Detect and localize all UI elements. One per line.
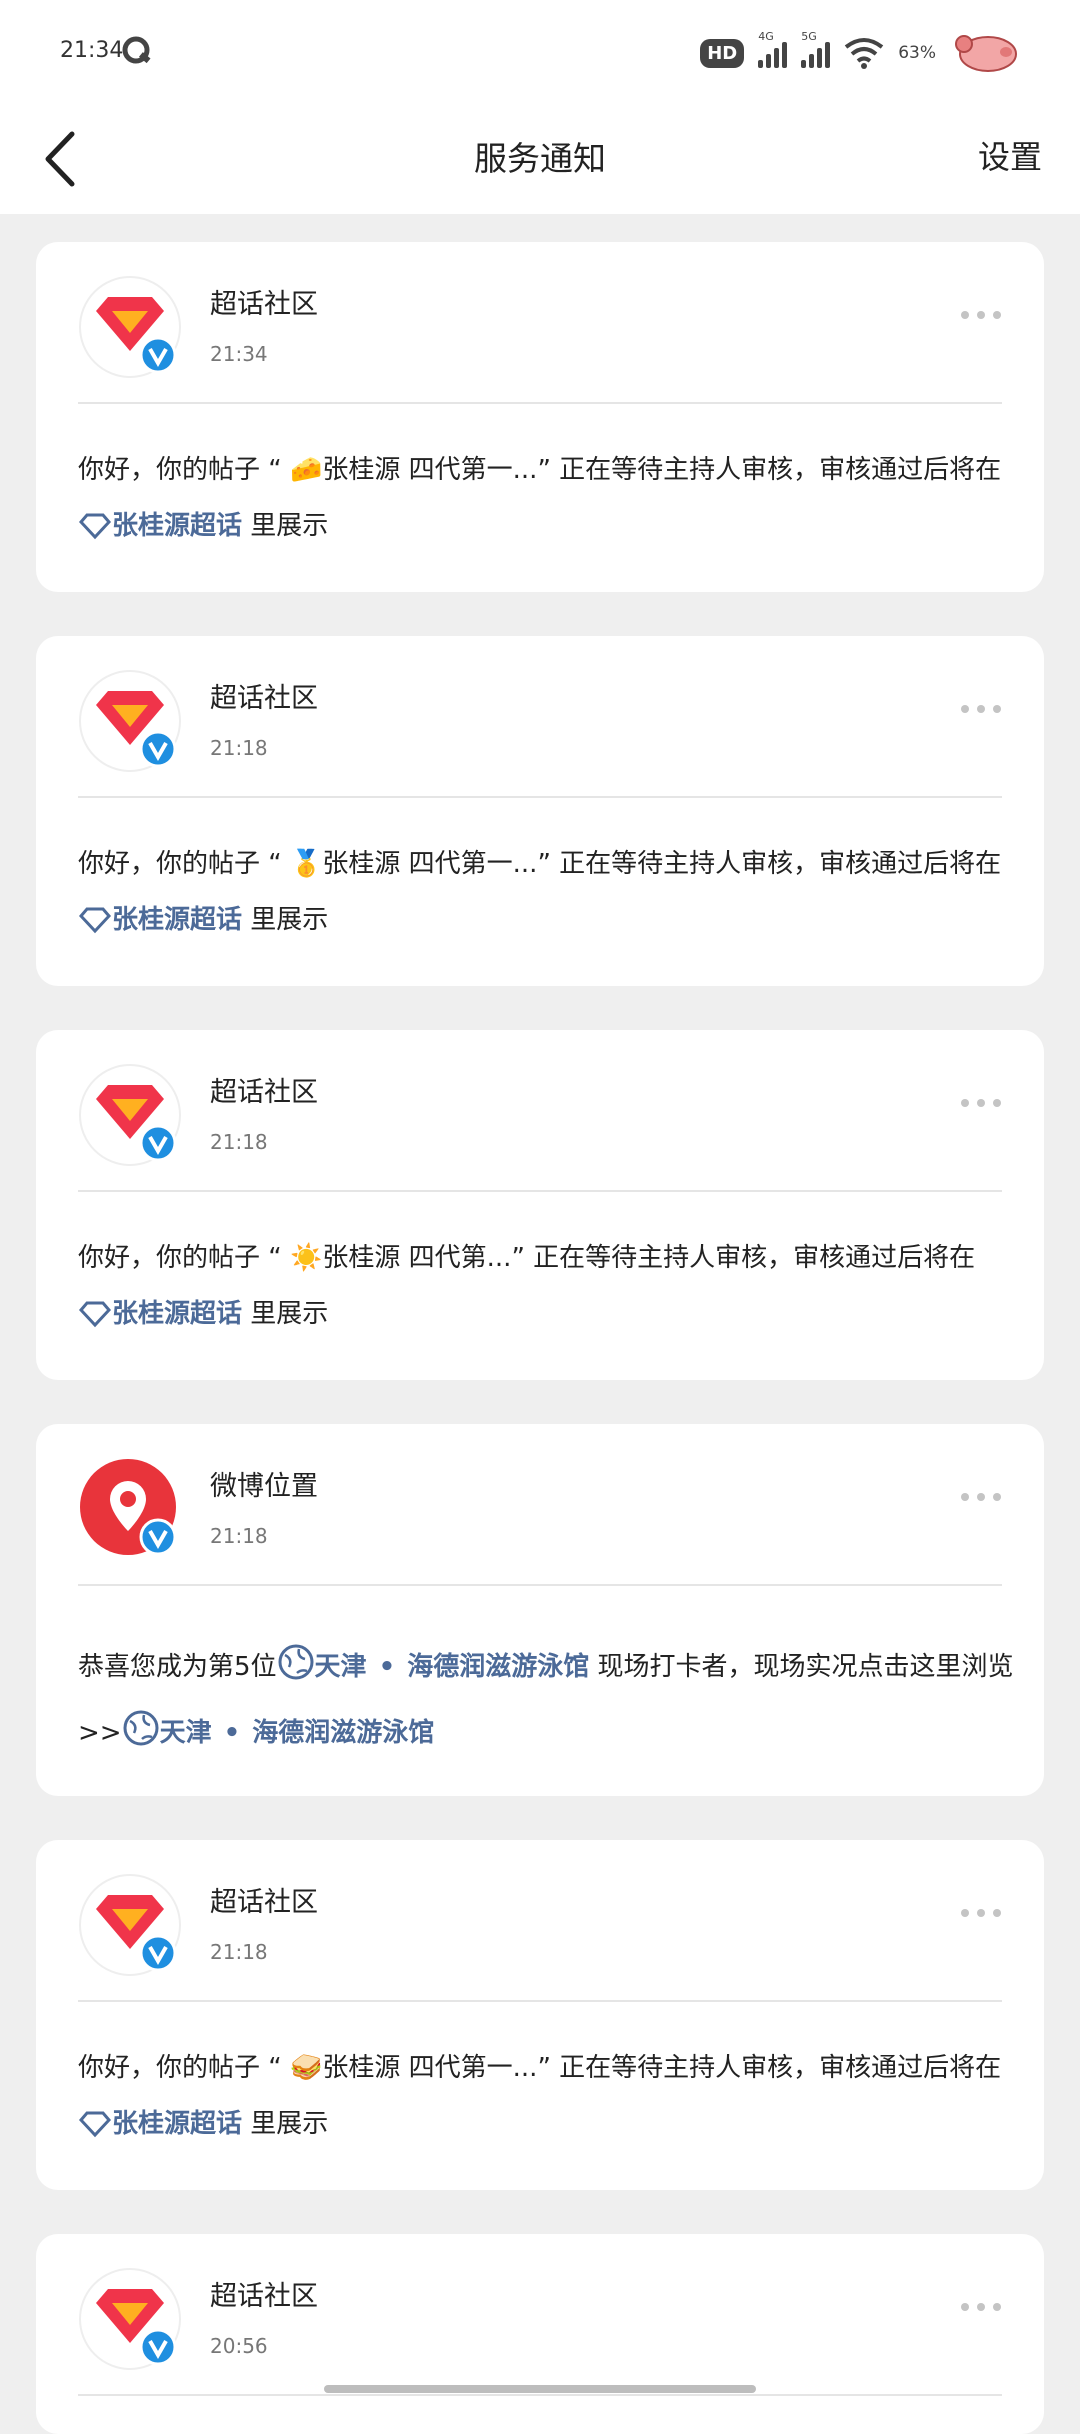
- divider: [78, 2394, 1002, 2396]
- message-body[interactable]: 你好，你的帖子 “ 🥇张桂源 四代第一...” 正在等待主持人审核，审核通过后将…: [78, 836, 1014, 948]
- wifi-icon: [844, 38, 884, 69]
- notification-card[interactable]: 超话社区 21:18 你好，你的帖子 “ ☀️张桂源 四代第...” 正在等待主…: [36, 1030, 1044, 1380]
- timestamp: 21:18: [210, 1524, 268, 1548]
- diamond-icon: [78, 2111, 112, 2138]
- divider: [78, 1190, 1002, 1192]
- supertopic-link[interactable]: 张桂源超话: [78, 2109, 242, 2139]
- location-avatar-icon[interactable]: [78, 1457, 182, 1561]
- message-body[interactable]: 恭喜您成为第5位 天津 • 海德润滋游泳馆 现场打卡者，现场实况点击这里浏览 >> 天津…: [78, 1634, 1014, 1766]
- post-title: 张桂源 四代第一...: [322, 2053, 538, 2083]
- emoji-icon: 🥇: [290, 849, 323, 879]
- timestamp: 21:18: [210, 736, 268, 760]
- message-body[interactable]: 你好，你的帖子 “ ☀️张桂源 四代第...” 正在等待主持人审核，审核通过后将…: [78, 1230, 1014, 1342]
- more-options-icon[interactable]: [958, 1490, 1004, 1504]
- supertopic-link[interactable]: 张桂源超话: [78, 511, 242, 541]
- supertopic-avatar-icon[interactable]: [78, 275, 182, 379]
- notification-card[interactable]: 超话社区 21:34 你好，你的帖子 “ 🧀张桂源 四代第一...” 正在等待主…: [36, 242, 1044, 592]
- post-title: 张桂源 四代第...: [322, 1243, 512, 1273]
- hd-voice-icon: HD: [700, 38, 745, 68]
- diamond-icon: [78, 513, 112, 540]
- globe-icon: [123, 1710, 159, 1746]
- notification-card[interactable]: 超话社区 21:18 你好，你的帖子 “ 🥇张桂源 四代第一...” 正在等待主…: [36, 636, 1044, 986]
- diamond-icon: [78, 907, 112, 934]
- timestamp: 21:18: [210, 1940, 268, 1964]
- settings-button[interactable]: 设置: [978, 132, 1042, 178]
- page-title: 服务通知: [474, 139, 606, 178]
- separator-dot: •: [223, 1718, 241, 1748]
- divider: [78, 402, 1002, 404]
- globe-icon: [278, 1644, 314, 1680]
- battery-level: 63%: [898, 43, 936, 63]
- post-title: 张桂源 四代第一...: [322, 849, 538, 879]
- divider: [78, 2000, 1002, 2002]
- notification-q-icon: [122, 36, 151, 64]
- location-link[interactable]: 天津 • 海德润滋游泳馆: [277, 1644, 589, 1682]
- more-options-icon[interactable]: [958, 1096, 1004, 1110]
- notification-card[interactable]: 超话社区 20:56: [36, 2234, 1044, 2434]
- sender-name: 超话社区: [210, 1077, 318, 1108]
- status-time: 21:34: [60, 38, 124, 63]
- battery-pig-icon: [955, 35, 1017, 72]
- signal-4g-icon: 4G: [758, 30, 788, 68]
- timestamp: 21:34: [210, 342, 268, 366]
- message-body[interactable]: 你好，你的帖子 “ 🥪张桂源 四代第一...” 正在等待主持人审核，审核通过后将…: [78, 2040, 1014, 2152]
- timestamp: 21:18: [210, 1130, 268, 1154]
- emoji-icon: ☀️: [290, 1243, 323, 1273]
- supertopic-avatar-icon[interactable]: [78, 669, 182, 773]
- sender-name: 超话社区: [210, 289, 318, 320]
- top-nav-bar: 服务通知 设置: [0, 106, 1080, 214]
- divider: [78, 796, 1002, 798]
- sender-name: 超话社区: [210, 2281, 318, 2312]
- emoji-icon: 🥪: [290, 2053, 323, 2083]
- more-options-icon[interactable]: [958, 308, 1004, 322]
- supertopic-link[interactable]: 张桂源超话: [78, 1299, 242, 1329]
- sender-name: 超话社区: [210, 1887, 318, 1918]
- divider: [78, 1584, 1002, 1586]
- supertopic-avatar-icon[interactable]: [78, 1873, 182, 1977]
- sender-name: 微博位置: [210, 1471, 318, 1502]
- emoji-icon: 🧀: [290, 455, 323, 485]
- notification-card[interactable]: 微博位置 21:18 恭喜您成为第5位 天津 • 海德润滋游泳馆 现场打卡者，现场实况…: [36, 1424, 1044, 1796]
- notification-card[interactable]: 超话社区 21:18 你好，你的帖子 “ 🥪张桂源 四代第一...” 正在等待主…: [36, 1840, 1044, 2190]
- post-title: 张桂源 四代第一...: [322, 455, 538, 485]
- separator-dot: •: [378, 1652, 396, 1682]
- more-options-icon[interactable]: [958, 1906, 1004, 1920]
- more-options-icon[interactable]: [958, 702, 1004, 716]
- supertopic-link[interactable]: 张桂源超话: [78, 905, 242, 935]
- home-indicator[interactable]: [324, 2385, 756, 2393]
- status-bar: 21:34 HD 4G 5G 63%: [0, 0, 1080, 106]
- signal-5g-icon: 5G: [801, 30, 831, 68]
- supertopic-avatar-icon[interactable]: [78, 2267, 182, 2371]
- message-body[interactable]: 你好，你的帖子 “ 🧀张桂源 四代第一...” 正在等待主持人审核，审核通过后将…: [78, 442, 1014, 554]
- more-options-icon[interactable]: [958, 2300, 1004, 2314]
- sender-name: 超话社区: [210, 683, 318, 714]
- diamond-icon: [78, 1301, 112, 1328]
- supertopic-avatar-icon[interactable]: [78, 1063, 182, 1167]
- location-link[interactable]: 天津 • 海德润滋游泳馆: [122, 1710, 434, 1748]
- timestamp: 20:56: [210, 2334, 268, 2358]
